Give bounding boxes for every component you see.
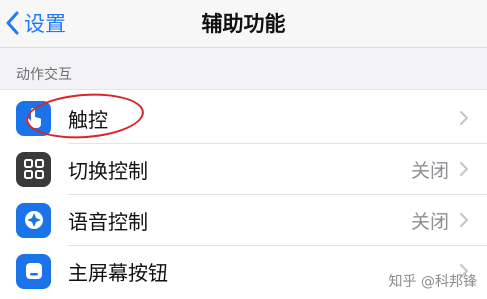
grid-icon	[16, 151, 51, 187]
chevron-right-icon	[459, 212, 469, 228]
list-item-label: 触控	[68, 107, 108, 132]
list-item-value: 关闭	[410, 159, 449, 182]
list-item-label: 主屏幕按钮	[68, 260, 168, 285]
watermark: 知乎 @科邦锋	[388, 274, 477, 290]
navigation-bar: 设置 辅助功能	[0, 0, 487, 48]
page-title: 辅助功能	[201, 12, 286, 36]
speech-bubble-icon	[16, 202, 51, 238]
list-item-label: 语音控制	[68, 209, 148, 234]
list-item-value: 关闭	[410, 210, 449, 233]
section-header: 动作交互	[16, 67, 72, 83]
list-item-touch[interactable]: 触控	[0, 93, 487, 143]
chevron-right-icon	[459, 161, 469, 177]
home-button-icon	[16, 253, 51, 289]
list-item-label: 切换控制	[68, 158, 148, 183]
list-item-switch-control[interactable]: 切换控制 关闭	[0, 144, 487, 194]
settings-list: 触控 切换控制 关闭 语音控制 关闭 主屏幕按钮	[0, 89, 487, 299]
list-item-voice-control[interactable]: 语音控制 关闭	[0, 195, 487, 245]
hand-touch-icon	[16, 100, 51, 136]
chevron-right-icon	[459, 110, 469, 126]
